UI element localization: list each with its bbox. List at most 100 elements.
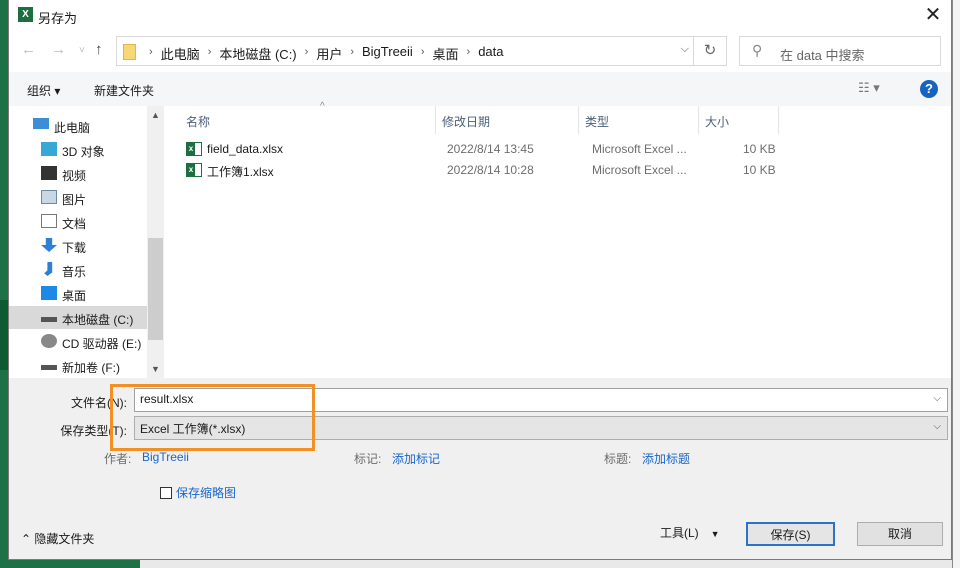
save-thumbnail-checkbox[interactable]	[160, 487, 172, 499]
file-row[interactable]: x field_data.xlsx 2022/8/14 13:45 Micros…	[164, 139, 804, 160]
save-as-dialog: X 另存为 ✕ ← → ˅ ↑ › 此电脑 › 本地磁盘 (C:) › 用户 › BigTre…	[8, 0, 952, 560]
file-date: 2022/8/14 13:45	[447, 142, 534, 156]
sidebar-item-label: 新加卷 (F:)	[62, 361, 120, 375]
sidebar-item-label: CD 驱动器 (E:)	[62, 337, 142, 351]
refresh-button[interactable]: ↻	[693, 36, 727, 66]
sidebar-item[interactable]: 图片	[9, 186, 147, 209]
file-row[interactable]: x 工作簿1.xlsx 2022/8/14 10:28 Microsoft Ex…	[164, 160, 804, 181]
chevron-down-icon[interactable]: ⌵	[681, 43, 689, 56]
sidebar-item-label: 图片	[62, 193, 87, 207]
navigation-scrollbar[interactable]: ▲ ▼	[147, 106, 164, 378]
drive-icon	[41, 365, 57, 370]
cd-drive-icon	[41, 334, 57, 348]
tools-button[interactable]: 工具(L) ▼	[660, 522, 750, 546]
column-header-type[interactable]: 类型	[579, 106, 699, 134]
cancel-button[interactable]: 取消	[857, 522, 943, 546]
column-label: 名称	[186, 115, 211, 129]
sidebar-item[interactable]: 文档	[9, 210, 147, 233]
author-label: 作者:	[104, 452, 132, 466]
sidebar-item-label: 下载	[62, 241, 87, 255]
sidebar-item[interactable]: 3D 对象	[9, 138, 147, 161]
file-size: 10 KB	[743, 163, 776, 177]
help-button[interactable]: ?	[920, 80, 938, 98]
breadcrumb-item[interactable]: 本地磁盘 (C:)	[219, 44, 296, 63]
hide-folders-label: 隐藏文件夹	[34, 532, 95, 546]
sidebar-item-label: 文档	[62, 217, 87, 231]
document-icon	[41, 214, 57, 228]
breadcrumb-item[interactable]: 用户	[316, 44, 342, 63]
view-options-button[interactable]: ☷ ▾	[858, 80, 880, 96]
breadcrumb-item[interactable]: BigTreeii	[362, 44, 413, 63]
file-type: Microsoft Excel ...	[592, 163, 687, 177]
breadcrumb-separator-icon[interactable]: ›	[467, 44, 471, 63]
breadcrumb: › 此电脑 › 本地磁盘 (C:) › 用户 › BigTreeii › 桌面 › data	[141, 44, 504, 63]
address-bar[interactable]: › 此电脑 › 本地磁盘 (C:) › 用户 › BigTreeii › 桌面 › data ⌵	[116, 36, 694, 66]
breadcrumb-separator-icon[interactable]: ›	[149, 44, 153, 63]
tools-label: 工具(L)	[660, 526, 699, 540]
organize-button[interactable]: 组织 ▾	[27, 82, 60, 99]
breadcrumb-item[interactable]: 桌面	[433, 44, 459, 63]
computer-icon	[33, 118, 49, 129]
sidebar-item[interactable]: 本地磁盘 (C:)	[9, 306, 147, 329]
excel-file-icon: x	[186, 163, 202, 177]
column-label: 修改日期	[442, 115, 491, 129]
sort-arrow-icon: ^	[320, 101, 325, 112]
save-thumbnail-label[interactable]: 保存缩略图	[176, 484, 236, 501]
sidebar-item-label: 视频	[62, 169, 87, 183]
breadcrumb-separator-icon[interactable]: ›	[421, 44, 425, 63]
sidebar-item-label: 本地磁盘 (C:)	[62, 313, 134, 327]
sidebar-item[interactable]: 音乐	[9, 258, 147, 281]
close-button[interactable]: ✕	[921, 4, 945, 28]
sidebar-item-label: 音乐	[62, 265, 87, 279]
breadcrumb-item[interactable]: data	[478, 44, 503, 63]
file-date: 2022/8/14 10:28	[447, 163, 534, 177]
column-header-date[interactable]: 修改日期	[435, 106, 579, 134]
toolbar: 组织 ▾ 新建文件夹 ☷ ▾ ?	[9, 72, 951, 106]
back-button[interactable]: ←	[21, 41, 36, 58]
column-header-name[interactable]: ^ 名称	[180, 101, 438, 134]
sidebar-item-label: 桌面	[62, 289, 87, 303]
scrollbar-thumb[interactable]	[148, 238, 163, 340]
search-input[interactable]: ⚲ 在 data 中搜索	[739, 36, 941, 66]
picture-icon	[41, 190, 57, 204]
title-bar: X 另存为 ✕	[9, 0, 951, 32]
scroll-down-icon[interactable]: ▼	[151, 364, 160, 374]
breadcrumb-item[interactable]: 此电脑	[161, 44, 200, 63]
sidebar-item[interactable]: 新加卷 (F:)	[9, 354, 147, 377]
chevron-down-icon[interactable]: ⌵	[933, 393, 941, 404]
title-label: 标题:	[604, 452, 632, 466]
sidebar-item[interactable]: 视频	[9, 162, 147, 185]
column-header-size[interactable]: 大小	[699, 106, 779, 134]
breadcrumb-separator-icon[interactable]: ›	[208, 44, 212, 63]
sidebar-item[interactable]: 下载	[9, 234, 147, 257]
sidebar-item[interactable]: CD 驱动器 (E:)	[9, 330, 147, 353]
breadcrumb-separator-icon[interactable]: ›	[350, 44, 354, 63]
forward-button[interactable]: →	[51, 41, 66, 58]
save-button[interactable]: 保存(S)	[746, 522, 835, 546]
new-folder-button[interactable]: 新建文件夹	[94, 82, 154, 99]
save-options: 文件名(N): result.xlsx ⌵ 保存类型(T): Excel 工作簿(…	[9, 378, 951, 560]
hide-folders-button[interactable]: ⌃ 隐藏文件夹	[21, 530, 94, 547]
scroll-up-icon[interactable]: ▲	[151, 110, 160, 120]
breadcrumb-separator-icon[interactable]: ›	[305, 44, 309, 63]
recent-locations-button[interactable]: ˅	[79, 45, 85, 56]
author-link[interactable]: BigTreeii	[142, 450, 189, 464]
video-icon	[41, 166, 57, 180]
sidebar-item[interactable]: 此电脑	[9, 114, 147, 137]
column-label: 大小	[705, 115, 730, 129]
highlight-box	[110, 384, 315, 451]
search-icon: ⚲	[752, 42, 763, 58]
file-list: ^ 名称 修改日期 类型 大小 x field_data.xlsx 2022/8/…	[164, 101, 951, 378]
sidebar-item[interactable]: 桌面	[9, 282, 147, 305]
chevron-up-icon: ⌃	[21, 532, 35, 546]
excel-background	[0, 300, 8, 370]
tags-label: 标记:	[354, 452, 382, 466]
caret-down-icon: ▼	[710, 529, 720, 539]
drive-icon	[41, 317, 57, 322]
excel-background	[952, 0, 960, 568]
navigation-pane: 此电脑 3D 对象视频图片文档下载音乐桌面本地磁盘 (C:) CD 驱动器 (E:)…	[9, 106, 147, 378]
add-title-link[interactable]: 添加标题	[642, 450, 690, 467]
add-tags-link[interactable]: 添加标记	[392, 450, 440, 467]
up-button[interactable]: ↑	[95, 41, 103, 58]
chevron-down-icon: ⌵	[933, 421, 941, 432]
